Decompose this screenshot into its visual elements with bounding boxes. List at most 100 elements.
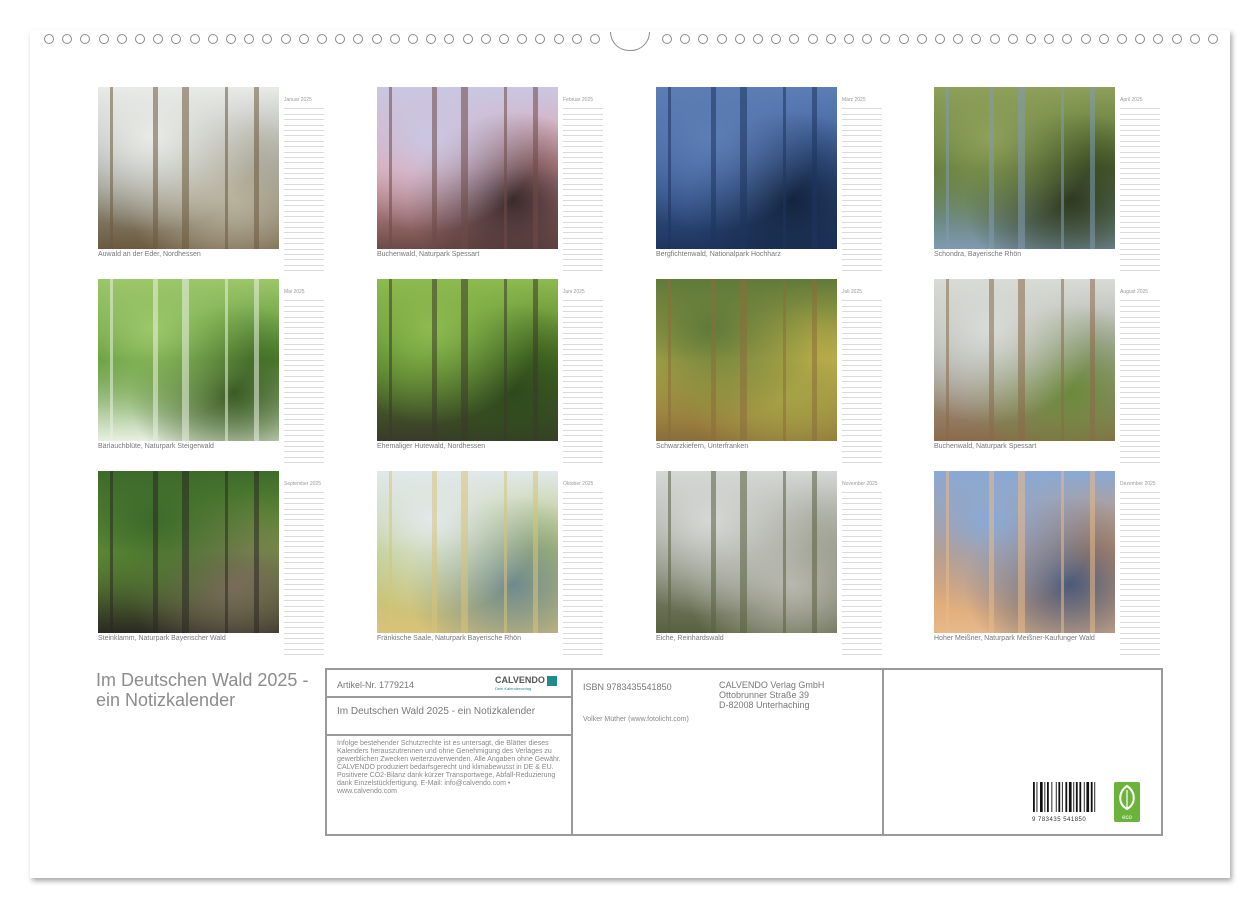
binding-ring	[353, 34, 364, 44]
barcode-bar	[1094, 782, 1096, 812]
binding-ring	[807, 34, 818, 44]
month-name: April 2025	[1120, 97, 1143, 103]
month-photo	[377, 471, 558, 633]
binding-ring	[734, 34, 745, 44]
month-note-lines: September 2025	[284, 481, 324, 656]
tree-trunk	[533, 471, 538, 633]
binding-ring	[716, 34, 727, 44]
day-line	[842, 458, 882, 464]
barcode-bar	[1044, 782, 1046, 812]
month-note-lines: November 2025	[842, 481, 882, 656]
isbn: ISBN 9783435541850	[583, 682, 672, 692]
binding-ring	[571, 34, 582, 44]
tree-trunk	[740, 87, 747, 249]
calendar-title: Im Deutschen Wald 2025 - ein Notizkalend…	[96, 670, 309, 710]
month-name: Januar 2025	[284, 97, 312, 103]
month-note-lines: Dezember 2025	[1120, 481, 1160, 656]
day-line	[284, 266, 324, 272]
tree-trunk	[533, 279, 538, 441]
month-note-lines: August 2025	[1120, 289, 1160, 464]
tree-trunk	[504, 87, 507, 249]
month-block: Bärlauchblüte, Naturpark Steigerwald Mai …	[98, 279, 328, 464]
binding-ring	[171, 34, 182, 44]
barcode-bar	[1083, 782, 1085, 812]
binding-ring	[1153, 34, 1164, 44]
day-line	[563, 458, 603, 464]
publisher-line: Ottobrunner Straße 39	[719, 690, 810, 700]
day-line	[1120, 458, 1160, 464]
month-note-lines: März 2025	[842, 97, 882, 272]
tree-trunk	[254, 471, 259, 633]
tree-trunk	[668, 471, 671, 633]
binding-ring	[262, 34, 273, 44]
binding-ring	[971, 34, 982, 44]
binding-ring	[499, 34, 509, 44]
month-name: Februar 2025	[563, 97, 594, 103]
tree-trunk	[783, 279, 786, 441]
tree-trunk	[153, 471, 158, 633]
binding-ring	[1044, 34, 1055, 44]
month-block: Schondra, Bayerische Rhön April 2025	[934, 87, 1164, 272]
month-note-lines: Juli 2025	[842, 289, 882, 464]
binding-ring	[935, 34, 945, 44]
tree-trunk	[740, 279, 747, 441]
calendar-sheet: Auwald an der Eder, Nordhessen Januar 202…	[30, 30, 1230, 878]
month-note-lines: Oktober 2025	[563, 481, 603, 656]
month-photo	[377, 87, 558, 249]
binding-ring	[553, 34, 564, 44]
binding-ring	[244, 34, 255, 44]
month-photo	[934, 279, 1115, 441]
tree-trunk	[668, 87, 671, 249]
month-photo	[934, 87, 1115, 249]
divider	[327, 696, 571, 698]
binding-ring	[771, 34, 782, 44]
tree-trunk	[110, 471, 113, 633]
binding-ring	[535, 34, 546, 44]
binding-ring	[880, 34, 891, 44]
leaf-icon	[1119, 784, 1135, 811]
month-photo	[98, 87, 279, 249]
binding-ring	[517, 34, 528, 44]
month-note-lines: Februar 2025	[563, 97, 603, 272]
barcode-bar	[1073, 782, 1075, 812]
barcode-digits: 9 783435 541850	[1032, 817, 1087, 823]
tree-trunk	[989, 279, 994, 441]
month-block: Buchenwald, Naturpark Spessart Februar 20…	[377, 87, 607, 272]
month-name: November 2025	[842, 481, 878, 487]
binding-ring	[753, 34, 763, 44]
binding-ring	[844, 34, 854, 44]
binding-ring	[153, 34, 164, 44]
tree-trunk	[989, 471, 994, 633]
calvendo-logo: CALVENDO Dein Kalenderverlag	[495, 675, 558, 691]
tree-trunk	[1018, 87, 1025, 249]
barcode-bar	[1065, 782, 1068, 812]
month-block: Auwald an der Eder, Nordhessen Januar 202…	[98, 87, 328, 272]
binding-ring	[680, 34, 691, 44]
month-note-lines: Mai 2025	[284, 289, 324, 464]
barcode-bar	[1090, 782, 1093, 812]
day-line	[284, 650, 324, 656]
barcode: 9 783435 541850	[1032, 782, 1096, 823]
month-name: März 2025	[842, 97, 866, 103]
tree-trunk	[740, 471, 747, 633]
tree-trunk	[946, 87, 949, 249]
month-name: September 2025	[284, 481, 321, 487]
binding-ring	[789, 34, 800, 44]
tree-trunk	[1090, 279, 1095, 441]
tree-trunk	[504, 279, 507, 441]
tree-trunk	[812, 279, 817, 441]
barcode-bar	[1086, 782, 1090, 812]
month-name: Oktober 2025	[563, 481, 594, 487]
month-photo	[934, 471, 1115, 633]
panel-title: Im Deutschen Wald 2025 - ein Notizkalend…	[337, 706, 536, 717]
author-credit: Volker Müther (www.fotolicht.com)	[583, 716, 689, 723]
binding-ring	[335, 34, 346, 44]
binding-ring	[916, 34, 927, 44]
barcode-bar	[1033, 782, 1035, 812]
binding-ring	[1098, 34, 1109, 44]
binding-ring	[862, 34, 873, 44]
month-block: Hoher Meißner, Naturpark Meißner-Kaufung…	[934, 471, 1164, 656]
binding-ring	[298, 34, 309, 44]
binding-ring	[989, 34, 1000, 44]
tree-trunk	[389, 279, 392, 441]
